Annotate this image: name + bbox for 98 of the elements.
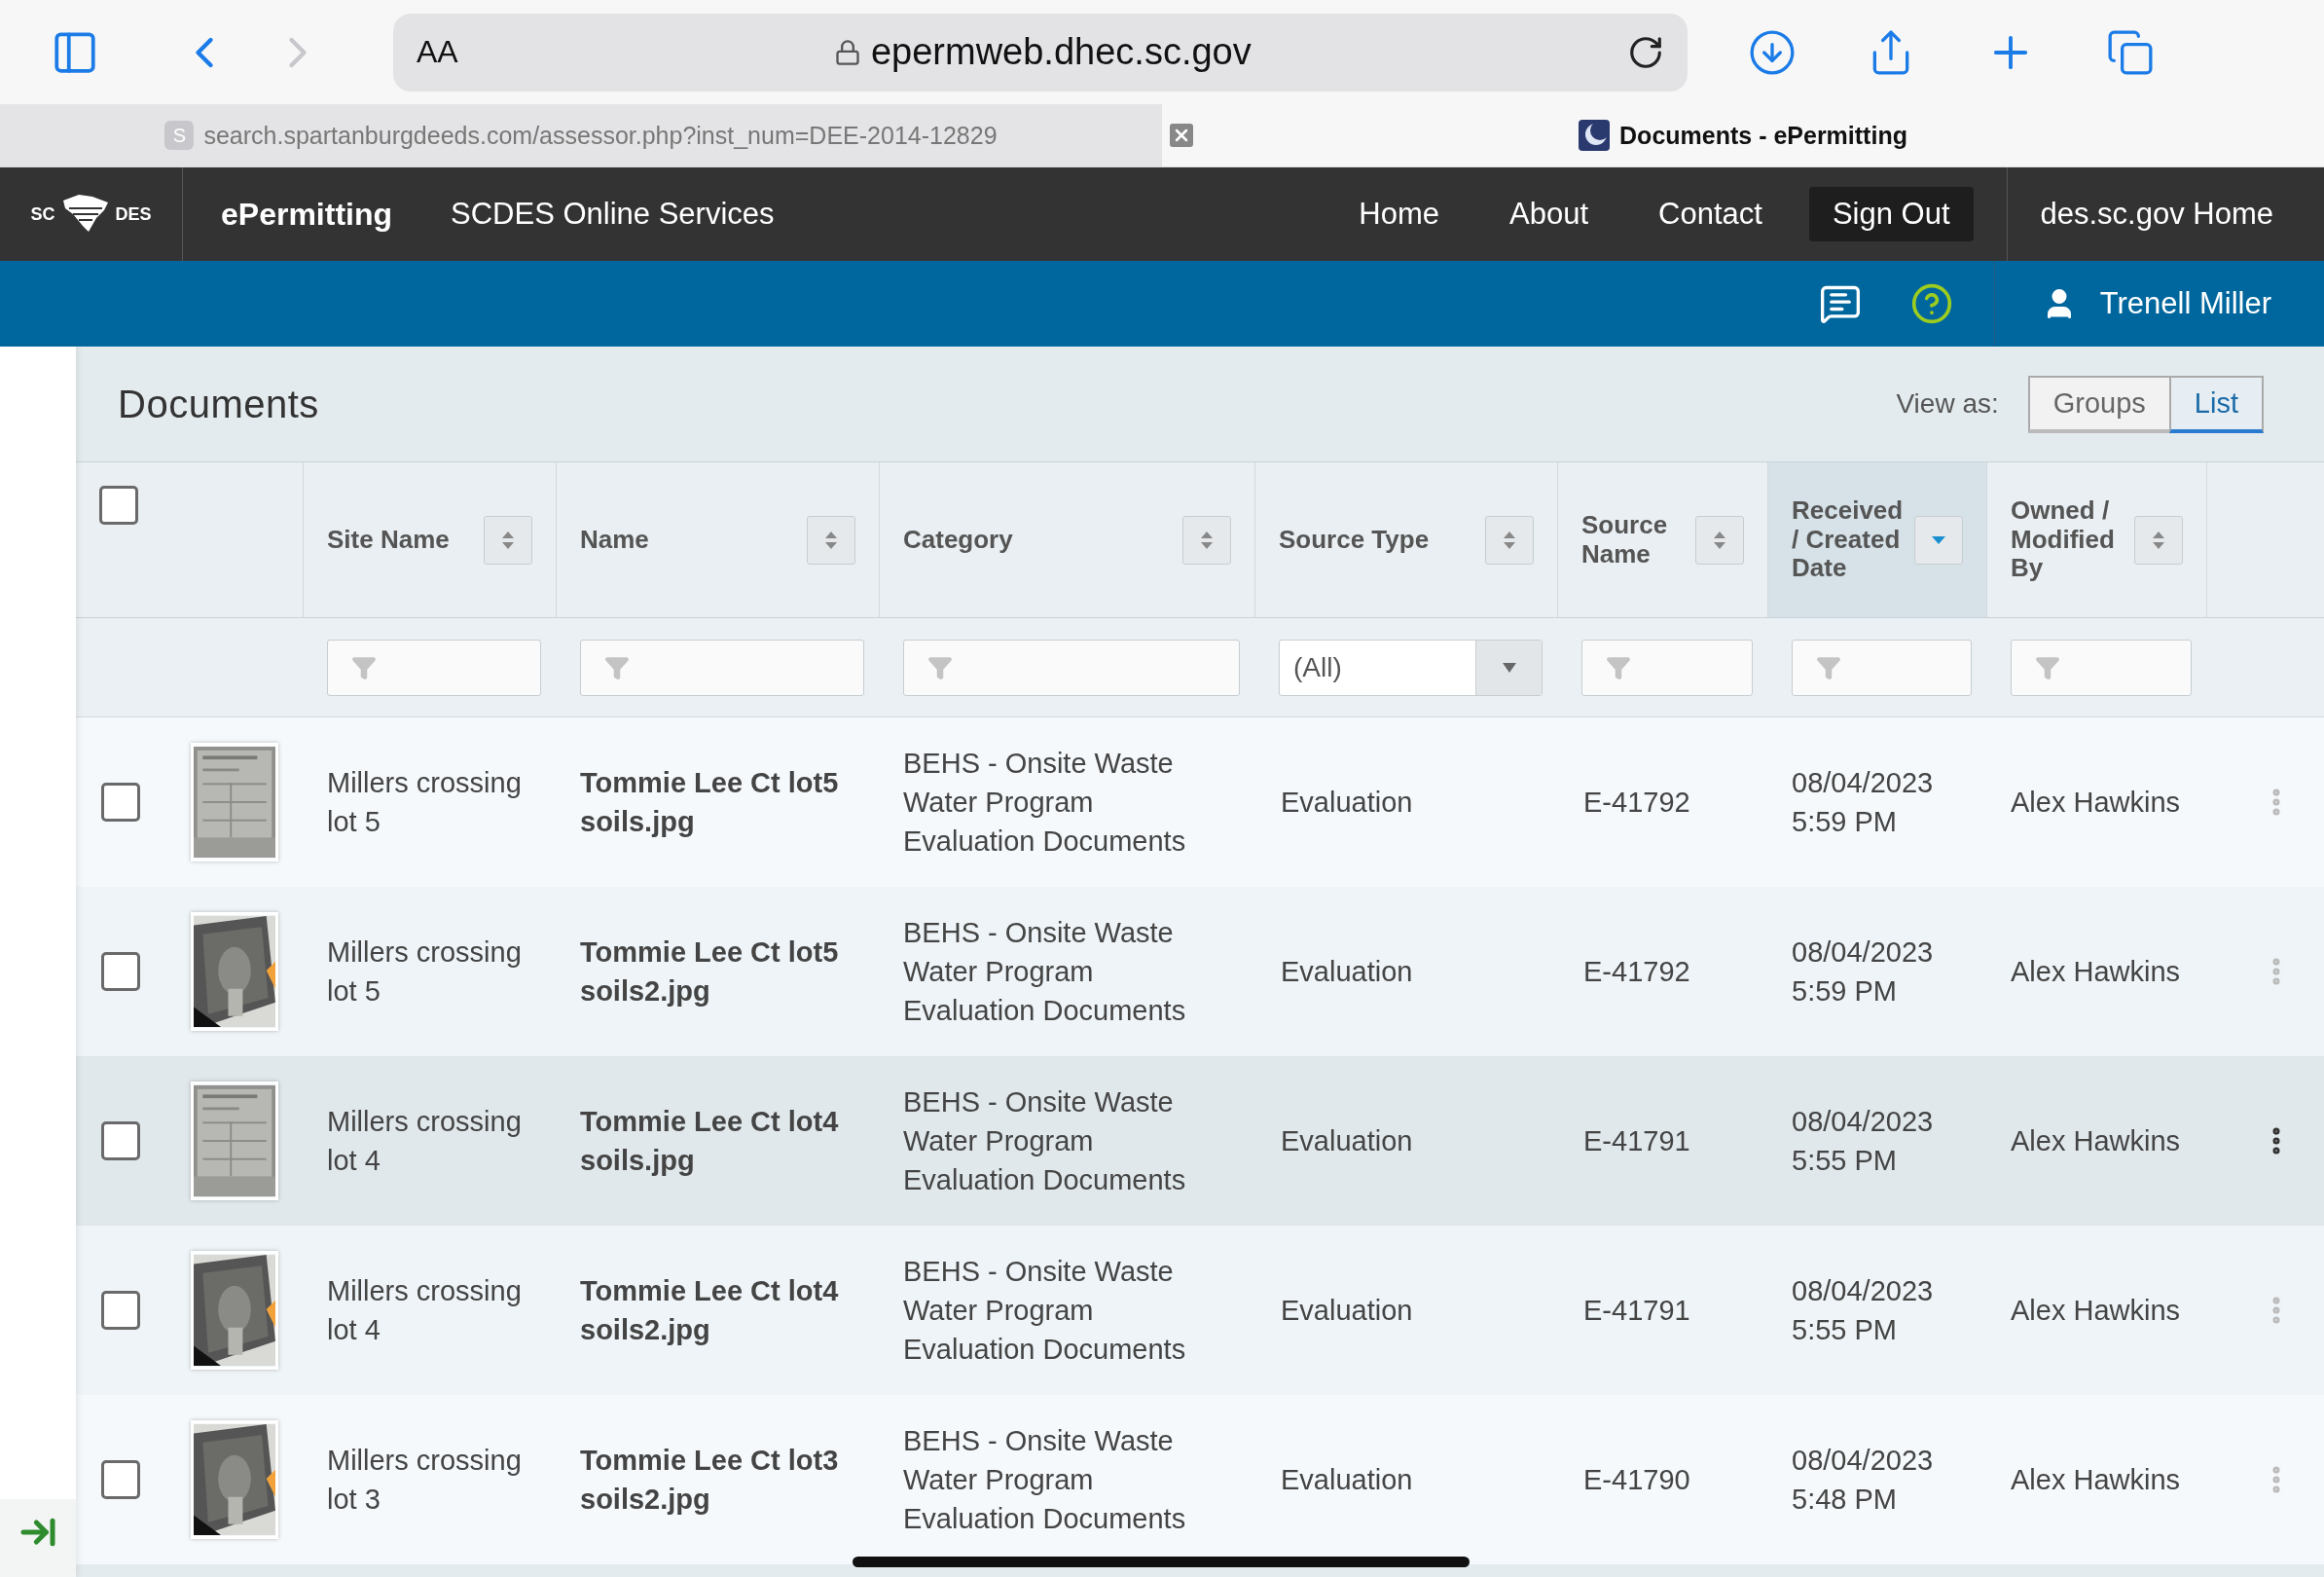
- filter-field[interactable]: [1792, 639, 1972, 696]
- table-row[interactable]: Millers crossing lot 4 Tommie Lee Ct lot4 soils.jpg BEHS - Onsite Waste Water Program Evaluation Documents Evaluation E-41791 08/04/2023 5:55 PM Alex Hawkins: [76, 1056, 2324, 1226]
- filter-field[interactable]: [2011, 639, 2192, 696]
- filter-icon: [1606, 654, 1631, 680]
- sorted-column-header[interactable]: Received / Created Date: [1768, 462, 1987, 618]
- file-name-link[interactable]: Tommie Lee Ct lot3 soils2.jpg: [580, 1441, 843, 1519]
- nav-link[interactable]: Contact: [1635, 187, 1786, 241]
- sort-icon: [502, 531, 514, 549]
- category-cell-text: BEHS - Onsite Waste Water Program Evaluation Documents: [903, 915, 1187, 1028]
- filter-field[interactable]: [1581, 639, 1753, 696]
- file-name-link[interactable]: Tommie Lee Ct lot4 soils2.jpg: [580, 1271, 843, 1349]
- source-type-cell-text: Evaluation: [1281, 786, 1413, 820]
- source-type-cell-text: Evaluation: [1281, 1294, 1413, 1328]
- category-cell-text: BEHS - Onsite Waste Water Program Evaluation Documents: [903, 1423, 1187, 1536]
- source-type-cell-text: Evaluation: [1281, 955, 1413, 989]
- caret-icon: [1502, 662, 1516, 673]
- moon-icon: [1579, 120, 1611, 151]
- site-name-cell-text: Millers crossing lot 5: [327, 935, 523, 1009]
- date-cell-text: 08/04/2023 5:55 PM: [1792, 1105, 1935, 1178]
- filter-field[interactable]: [903, 639, 1240, 696]
- filter-icon: [1816, 654, 1841, 680]
- sort-button[interactable]: [807, 515, 855, 565]
- file-name-link[interactable]: Tommie Lee Ct lot4 soils.jpg: [580, 1102, 843, 1180]
- row-checkbox[interactable]: [101, 1121, 140, 1160]
- owner-cell-text: Alex Hawkins: [2011, 786, 2181, 820]
- owner-cell-text: Alex Hawkins: [2011, 955, 2181, 989]
- app-name[interactable]: ePermitting: [221, 196, 393, 233]
- site-name-cell-text: Millers crossing lot 3: [327, 1444, 523, 1517]
- owner-cell-text: Alex Hawkins: [2011, 1124, 2181, 1158]
- source-name-cell-text: E-41792: [1583, 955, 1690, 989]
- sort-button[interactable]: [1695, 515, 1744, 565]
- row-checkbox[interactable]: [101, 1291, 140, 1330]
- row-checkbox[interactable]: [101, 952, 140, 991]
- address-bar[interactable]: AA epermweb.dhec.sc.gov: [393, 13, 1688, 92]
- table-row[interactable]: Millers crossing lot 4 Tommie Lee Ct lot4 soils2.jpg BEHS - Onsite Waste Water Program Evaluation Documents Evaluation E-41791 08/04/2023 5:55 PM Alex Hawkins: [76, 1226, 2324, 1395]
- tab-title: search.spartanburgdeeds.com/assessor.php?inst_num=DEE-2014-12829: [203, 121, 998, 150]
- filter-field[interactable]: [580, 639, 864, 696]
- nav-link[interactable]: About: [1486, 187, 1613, 241]
- category-cell-text: BEHS - Onsite Waste Water Program Evaluation Documents: [903, 746, 1187, 859]
- sort-icon: [1201, 531, 1213, 549]
- category-cell-text: BEHS - Onsite Waste Water Program Evaluation Documents: [903, 1084, 1187, 1197]
- filter-field[interactable]: [327, 639, 541, 696]
- select-all-checkbox[interactable]: [99, 486, 138, 525]
- column-header[interactable]: Site Name: [304, 462, 557, 618]
- sort-icon: [2153, 531, 2164, 549]
- sort-icon: [1504, 531, 1515, 549]
- table-row[interactable]: Millers crossing lot 5 Tommie Lee Ct lot5 soils.jpg BEHS - Onsite Waste Water Program Evaluation Documents Evaluation E-41792 08/04/2023 5:59 PM Alex Hawkins: [76, 717, 2324, 887]
- nav-link[interactable]: Home: [1335, 187, 1463, 241]
- filter-icon: [2035, 654, 2060, 680]
- view-toggle[interactable]: Groups: [2027, 375, 2171, 433]
- file-name-link[interactable]: Tommie Lee Ct lot5 soils2.jpg: [580, 933, 843, 1010]
- sort-icon: [825, 531, 837, 549]
- source-name-cell-text: E-41790: [1583, 1463, 1690, 1497]
- filter-icon: [927, 654, 953, 680]
- tab-title: Documents - ePermitting: [1619, 121, 1907, 150]
- source-type-cell-text: Evaluation: [1281, 1463, 1413, 1497]
- view-as-label: View as:: [1896, 388, 1999, 420]
- sort-button[interactable]: [484, 515, 532, 565]
- owner-cell-text: Alex Hawkins: [2011, 1463, 2181, 1497]
- text-size-button[interactable]: AA: [417, 34, 458, 70]
- sign-out-button[interactable]: Sign Out: [1808, 187, 1974, 241]
- sort-descending-icon: [1932, 535, 1945, 544]
- site-name-cell-text: Millers crossing lot 4: [327, 1105, 523, 1178]
- sort-button[interactable]: [1485, 515, 1534, 565]
- url-text: epermweb.dhec.sc.gov: [870, 31, 1252, 73]
- close-icon[interactable]: [1170, 124, 1193, 147]
- owner-cell-text: Alex Hawkins: [2011, 1294, 2181, 1328]
- source-type-cell-text: Evaluation: [1281, 1124, 1413, 1158]
- date-cell-text: 08/04/2023 5:59 PM: [1792, 935, 1935, 1009]
- column-header[interactable]: Source Type: [1255, 462, 1558, 618]
- sort-button[interactable]: [1914, 515, 1963, 565]
- app-subtitle: SCDES Online Services: [451, 197, 775, 232]
- date-cell-text: 08/04/2023 5:55 PM: [1792, 1274, 1935, 1347]
- filter-dropdown[interactable]: (All): [1279, 639, 1543, 696]
- category-cell-text: BEHS - Onsite Waste Water Program Evaluation Documents: [903, 1254, 1187, 1367]
- source-name-cell-text: E-41792: [1583, 786, 1690, 820]
- column-header[interactable]: Name: [557, 462, 880, 618]
- help-icon[interactable]: [1909, 282, 1953, 325]
- file-name-link[interactable]: Tommie Lee Ct lot5 soils.jpg: [580, 763, 843, 841]
- source-name-cell-text: E-41791: [1583, 1124, 1690, 1158]
- view-toggle[interactable]: List: [2168, 375, 2264, 433]
- sort-button[interactable]: [2134, 515, 2183, 565]
- table-row[interactable]: Millers crossing lot 3 Tommie Lee Ct lot3 soils2.jpg BEHS - Onsite Waste Water Program Evaluation Documents Evaluation E-41790 08/04/2023 5:48 PM Alex Hawkins: [76, 1395, 2324, 1564]
- filter-icon: [351, 654, 377, 680]
- sort-button[interactable]: [1182, 515, 1231, 565]
- filter-icon: [604, 654, 630, 680]
- row-checkbox[interactable]: [101, 783, 140, 822]
- table-row[interactable]: Millers crossing lot 5 Tommie Lee Ct lot5 soils2.jpg BEHS - Onsite Waste Water Program Evaluation Documents Evaluation E-41792 08/04/2023 5:59 PM Alex Hawkins: [76, 887, 2324, 1056]
- site-name-cell-text: Millers crossing lot 5: [327, 766, 523, 839]
- date-cell-text: 08/04/2023 5:48 PM: [1792, 1444, 1935, 1517]
- page-title: Documents: [118, 382, 319, 426]
- row-checkbox[interactable]: [101, 1460, 140, 1499]
- source-name-cell-text: E-41791: [1583, 1294, 1690, 1328]
- lock-icon: [833, 38, 861, 66]
- sort-icon: [1714, 531, 1725, 549]
- column-header[interactable]: Owned / Modified By: [1987, 462, 2207, 618]
- site-name-cell-text: Millers crossing lot 4: [327, 1274, 523, 1347]
- date-cell-text: 08/04/2023 5:59 PM: [1792, 766, 1935, 839]
